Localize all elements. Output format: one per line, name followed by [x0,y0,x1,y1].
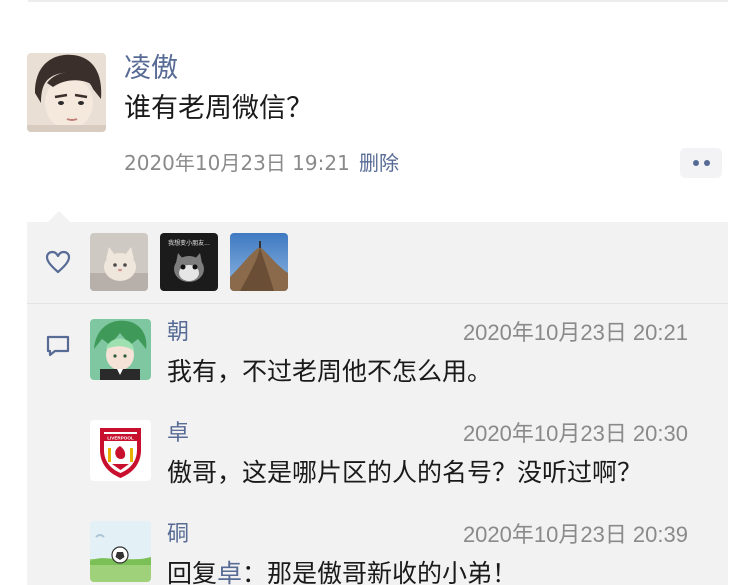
meme-caption: 我想变小朋友... [168,239,210,247]
likes-row: 我想变小朋友... [27,222,728,302]
commenter-avatar[interactable] [90,319,151,380]
comment-text: 回复卓：那是傲哥新收的小弟！ [167,558,517,585]
interaction-panel: 我想变小朋友... 朝 2020年10月23日 20:21 我有，不过老周他不怎… [27,222,728,585]
commenter-name[interactable]: 硐 [167,521,189,549]
top-divider [28,0,728,2]
post-text: 谁有老周微信？ [124,93,313,124]
dot-icon [692,160,699,166]
heart-icon [45,250,71,274]
author-avatar[interactable] [27,53,106,132]
more-actions-button[interactable] [680,148,722,178]
post-timestamp: 2020年10月23日 19:21 [124,151,350,175]
commenter-avatar[interactable] [90,521,151,582]
reply-prefix: 回复 [167,559,218,585]
comment-timestamp: 2020年10月23日 20:30 [462,421,688,446]
like-avatar-cat-meme[interactable]: 我想变小朋友... [160,233,218,291]
panel-pointer [48,211,70,222]
commenter-avatar[interactable]: LIVERPOOL [90,420,151,481]
reply-separator: ： [242,559,268,585]
likes-comments-divider [27,303,728,304]
commenter-name[interactable]: 朝 [167,319,189,347]
reply-text: 那是傲哥新收的小弟！ [267,559,518,585]
comment-text: 我有，不过老周他不怎么用。 [167,357,493,386]
comment-timestamp: 2020年10月23日 20:39 [462,522,688,547]
commenter-name[interactable]: 卓 [167,420,189,448]
comment-item[interactable]: LIVERPOOL 卓 2020年10月23日 20:30 傲哥，这是哪片区的人… [27,420,728,520]
comment-item[interactable]: 硐 2020年10月23日 20:39 回复卓：那是傲哥新收的小弟！ [27,521,728,585]
like-avatar-mountain[interactable] [230,233,288,291]
comment-text: 傲哥，这是哪片区的人的名号？没听过啊？ [167,458,643,487]
svg-text:LIVERPOOL: LIVERPOOL [107,436,134,441]
author-name[interactable]: 凌傲 [124,52,178,86]
comment-timestamp: 2020年10月23日 20:21 [462,320,688,345]
like-avatar-cat[interactable] [90,233,148,291]
dot-icon [703,160,710,166]
delete-button[interactable]: 删除 [359,150,399,176]
reply-to-name[interactable]: 卓 [217,559,242,585]
comment-item[interactable]: 朝 2020年10月23日 20:21 我有，不过老周他不怎么用。 [27,319,728,419]
